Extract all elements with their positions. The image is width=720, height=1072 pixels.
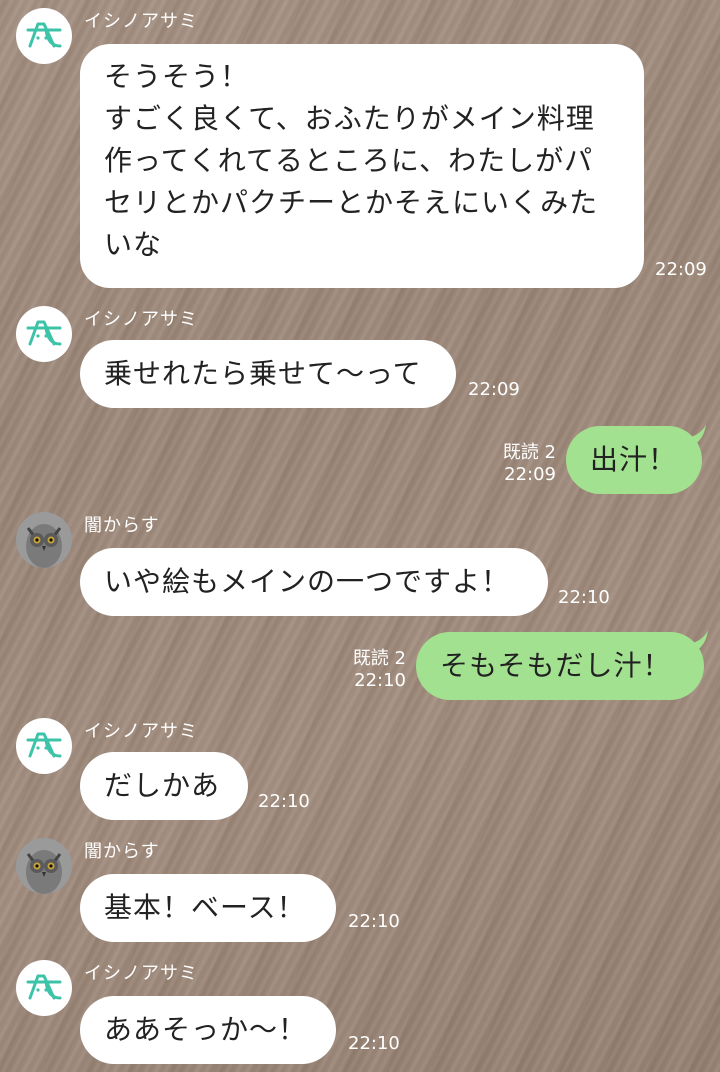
message-time: 22:10	[258, 791, 310, 812]
a-logo-icon	[26, 974, 62, 1000]
a-logo-icon	[26, 732, 62, 758]
message-bubble[interactable]: 基本！ベース！	[80, 874, 336, 942]
avatar[interactable]	[16, 512, 72, 568]
message-bubble[interactable]: 出汁！	[566, 426, 702, 494]
message-text: 出汁！	[590, 443, 678, 476]
owl-icon	[16, 512, 72, 568]
sender-name: イシノアサミ	[84, 309, 198, 330]
message-bubble[interactable]: だしかあ	[80, 752, 248, 820]
message-text: ああそっか〜！	[104, 1013, 308, 1046]
message-time: 22:10	[354, 670, 406, 691]
message-bubble[interactable]: いや絵もメインの一つですよ！	[80, 548, 548, 616]
sender-name: イシノアサミ	[84, 11, 198, 32]
sender-name: イシノアサミ	[84, 963, 198, 984]
message-bubble[interactable]: そうそう！ すごく良くて、おふたりがメイン料理 作ってくれてるところに、わたしが…	[80, 44, 644, 288]
avatar[interactable]	[16, 960, 72, 1016]
message-time: 22:09	[504, 464, 556, 485]
message-time: 22:09	[655, 259, 707, 280]
message-text: いや絵もメインの一つですよ！	[104, 565, 511, 598]
message-time: 22:10	[348, 1033, 400, 1054]
sender-name: 闇からす	[84, 841, 160, 862]
message-time: 22:09	[468, 379, 520, 400]
read-status: 既読 2	[352, 648, 406, 669]
message-text: 乗せれたら乗せて〜って	[104, 357, 422, 390]
message-time: 22:10	[348, 911, 400, 932]
avatar[interactable]	[16, 306, 72, 362]
message-bubble[interactable]: ああそっか〜！	[80, 996, 336, 1064]
message-text: 基本！ベース！	[104, 891, 306, 924]
message-bubble[interactable]: そもそもだし汁！	[416, 632, 704, 700]
avatar[interactable]	[16, 838, 72, 894]
sender-name: 闇からす	[84, 515, 160, 536]
avatar[interactable]	[16, 718, 72, 774]
a-logo-icon	[26, 320, 62, 346]
bubble-tail	[688, 424, 706, 446]
sender-name: イシノアサミ	[84, 721, 198, 742]
avatar[interactable]	[16, 8, 72, 64]
a-logo-icon	[26, 22, 62, 48]
read-status: 既読 2	[502, 442, 556, 463]
message-text: そもそもだし汁！	[440, 649, 672, 682]
message-text: そうそう！ すごく良くて、おふたりがメイン料理 作ってくれてるところに、わたしが…	[104, 60, 599, 261]
owl-icon	[16, 838, 72, 894]
message-time: 22:10	[558, 587, 610, 608]
bubble-tail	[690, 630, 708, 652]
message-text: だしかあ	[104, 769, 221, 802]
message-bubble[interactable]: 乗せれたら乗せて〜って	[80, 340, 456, 408]
